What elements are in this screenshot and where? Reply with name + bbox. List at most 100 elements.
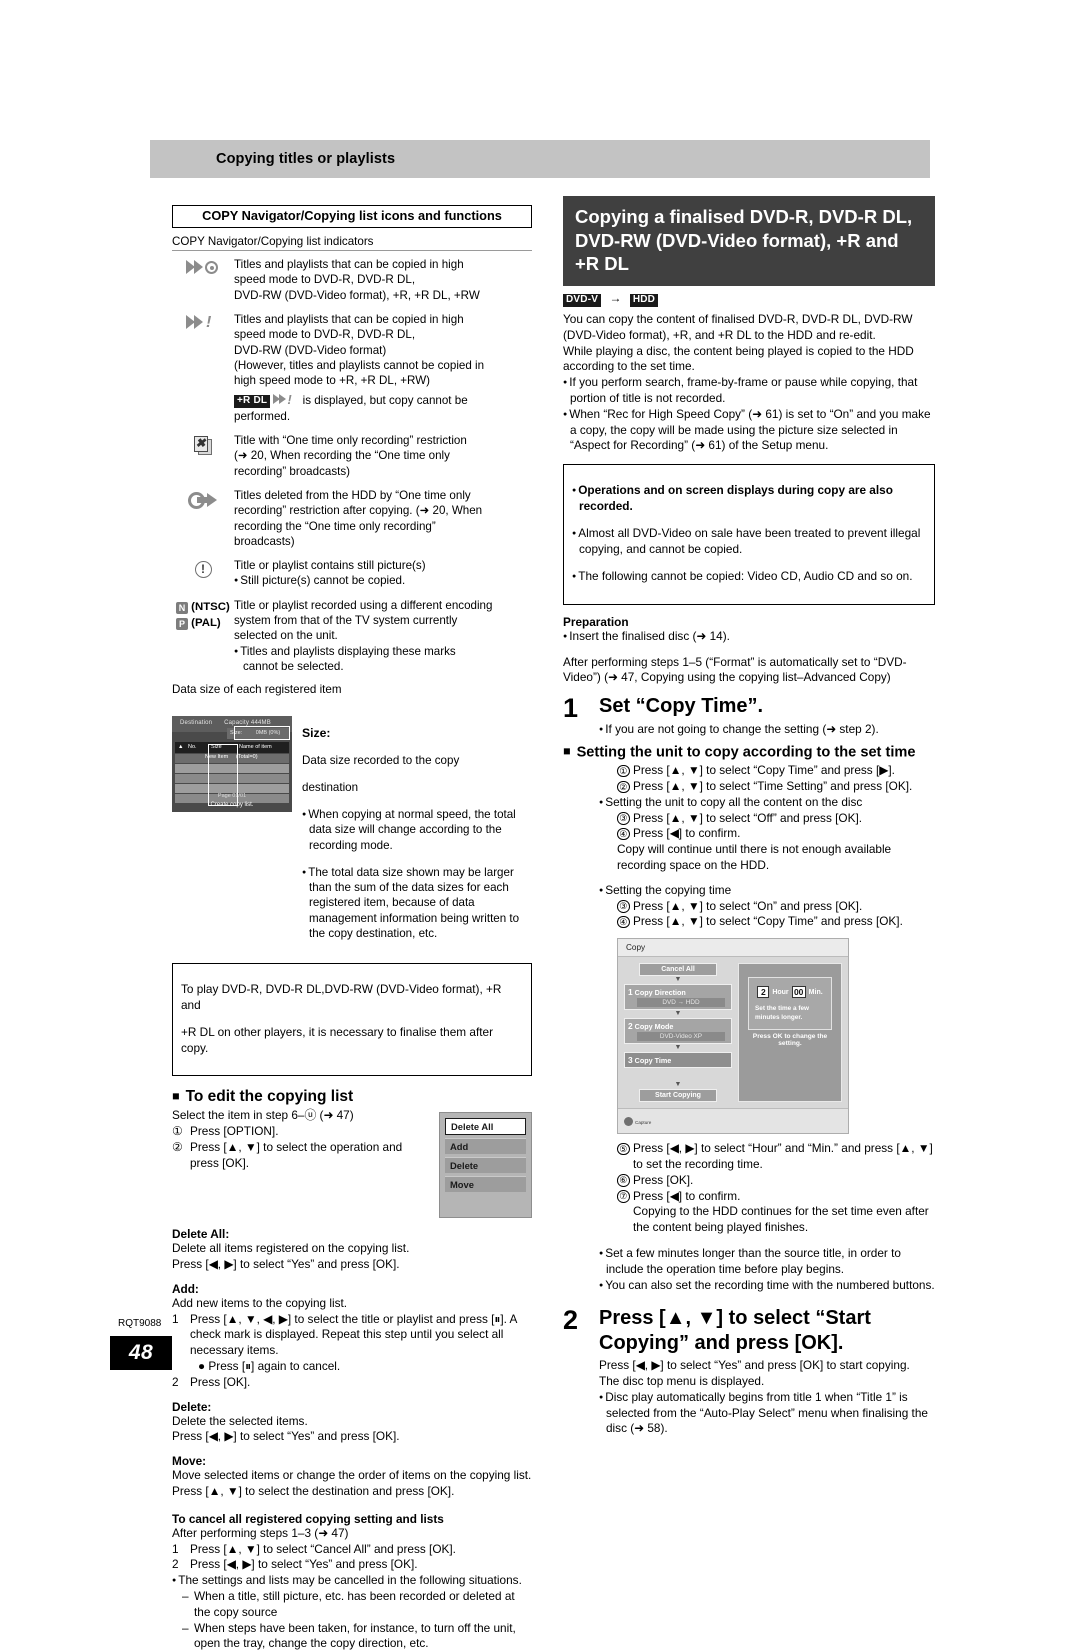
data-size-caption: Data size of each registered item bbox=[172, 683, 342, 697]
delete-all-line: Press [◀, ▶] to select “Yes” and press [… bbox=[172, 1256, 400, 1271]
chevron-down-icon: ▼ bbox=[674, 1081, 682, 1089]
circled-number-4: ④ bbox=[617, 827, 630, 841]
note-bullet-bold: Operations and on screen displays during… bbox=[572, 483, 926, 514]
circled-number-5: ⑤ bbox=[617, 1142, 630, 1156]
instruction-text: Press [▲, ▼] to select “Copy Time” and p… bbox=[633, 914, 903, 929]
icon-description: Titles and playlists that can be copied … bbox=[234, 312, 532, 424]
callout-total-size bbox=[234, 726, 290, 741]
icon-description: Title or playlist recorded using a diffe… bbox=[234, 598, 532, 674]
pal-mark-icon: P bbox=[176, 618, 188, 631]
copy-navigator-icons-heading: COPY Navigator/Copying list icons and fu… bbox=[172, 205, 532, 229]
icon-note-text-cont: performed. bbox=[234, 409, 291, 423]
item-label: Copy Direction bbox=[634, 988, 686, 998]
callout-size-column bbox=[208, 744, 238, 807]
copy-time-block[interactable]: 3 Copy Time bbox=[624, 1052, 732, 1069]
add-step-number: 1 bbox=[172, 1311, 179, 1326]
step-2-bullet: Disc play automatically begins from titl… bbox=[599, 1390, 935, 1437]
item-value: DVD-Video XP bbox=[637, 1032, 725, 1042]
move-heading: Move: bbox=[172, 1454, 207, 1469]
option-menu-item-delete-all[interactable]: Delete All bbox=[445, 1118, 526, 1136]
cancel-all-button[interactable]: Cancel All bbox=[639, 963, 717, 977]
final-bullet: You can also set the recording time with… bbox=[599, 1278, 935, 1294]
cancel-step-text: Press [◀, ▶] to select “Yes” and press [… bbox=[190, 1557, 418, 1572]
option-menu-graphic: Delete All Add Delete Move bbox=[439, 1112, 532, 1219]
delete-line: Press [◀, ▶] to select “Yes” and press [… bbox=[172, 1429, 400, 1444]
finalise-note-line1: To play DVD-R, DVD-R DL,DVD-RW (DVD-Vide… bbox=[181, 982, 502, 1012]
data-size-figure: Destination Capacity 444MB Size: 0MB (0%… bbox=[172, 700, 532, 953]
copy-direction-block[interactable]: 1 Copy Direction DVD → HDD bbox=[624, 984, 732, 1011]
media-badge-row: DVD-V → HDD bbox=[563, 291, 935, 308]
icon-description: Titles and playlists that can be copied … bbox=[234, 258, 480, 302]
start-copying-button[interactable]: Start Copying bbox=[639, 1089, 717, 1103]
item-number: 2 bbox=[628, 1021, 633, 1032]
running-head-title: Copying titles or playlists bbox=[216, 151, 396, 167]
finalise-note-line2: +R DL on other players, it is necessary … bbox=[181, 1025, 493, 1055]
running-head-bar: Copying titles or playlists bbox=[150, 140, 930, 178]
set-time-subheading: Setting the unit to copy according to th… bbox=[563, 744, 935, 761]
copy-mode-block[interactable]: 2 Copy Mode DVD-Video XP bbox=[624, 1018, 732, 1045]
cancel-bullet: The settings and lists may be cancelled … bbox=[172, 1573, 532, 1589]
data-size-explanation: Size: Data size recorded to the copy des… bbox=[302, 700, 532, 953]
minute-label: Min. bbox=[808, 988, 823, 996]
icon-entry: ! Title or playlist contains still pictu… bbox=[172, 558, 532, 589]
icon-description: Title or playlist contains still picture… bbox=[234, 558, 532, 589]
copy-screen-figure: Copy Cancel All ▼ 1 Copy Direction DVD → … bbox=[617, 938, 849, 1135]
option-menu-item-add[interactable]: Add bbox=[445, 1138, 526, 1155]
cancel-step-text: Press [▲, ▼] to select “Cancel All” and … bbox=[190, 1541, 456, 1556]
icon-entry: Titles deleted from the HDD by “One time… bbox=[172, 488, 532, 549]
manual-page: Copying titles or playlists COPY Navigat… bbox=[0, 0, 1080, 1650]
item-label: Copy Mode bbox=[634, 1022, 674, 1032]
move-line: Press [▲, ▼] to select the destination a… bbox=[172, 1483, 455, 1498]
arrow-icon: → bbox=[609, 291, 622, 306]
ntsc-mark-icon: N bbox=[176, 601, 188, 614]
time-hint-text: Set the time a few minutes longer. bbox=[755, 1005, 809, 1021]
step-1-number: 1 bbox=[563, 693, 579, 724]
intro-bullet: If you perform search, frame-by-frame or… bbox=[563, 375, 935, 407]
copy-time-bullet: Setting the copying time bbox=[599, 883, 935, 899]
left-column: COPY Navigator/Copying list icons and fu… bbox=[172, 205, 532, 1652]
step-1-instructions: ① Press [▲, ▼] to select “Copy Time” and… bbox=[563, 763, 935, 795]
copy-all-group: Setting the unit to copy all the content… bbox=[563, 795, 935, 874]
screen-col-no: No. bbox=[188, 744, 197, 751]
icon-entry: Titles and playlists that can be copied … bbox=[172, 257, 532, 303]
screen-header-destination: Destination bbox=[180, 720, 213, 727]
cancel-dash-item: When a title, still picture, etc. has be… bbox=[194, 1588, 515, 1619]
document-code: RQT9088 bbox=[118, 1318, 162, 1329]
step-2-title: Press [▲, ▼] to select “Start Copying” a… bbox=[599, 1307, 871, 1354]
copy-screen-left-pane: Cancel All ▼ 1 Copy Direction DVD → HDD ▼… bbox=[624, 963, 732, 1103]
pal-label: (PAL) bbox=[191, 617, 221, 630]
finalise-note-box: To play DVD-R, DVD-R DL,DVD-RW (DVD-Vide… bbox=[172, 963, 532, 1077]
hdd-badge: HDD bbox=[629, 294, 659, 308]
step-2: 2 Press [▲, ▼] to select “Start Copying”… bbox=[563, 1306, 935, 1355]
chevron-down-icon: ▼ bbox=[674, 1044, 682, 1052]
delete-all-line: Delete all items registered on the copyi… bbox=[172, 1241, 410, 1256]
copy-all-bullet: Setting the unit to copy all the content… bbox=[599, 795, 935, 811]
step-1: 1 Set “Copy Time”. bbox=[563, 694, 935, 722]
copy-screen-title: Copy bbox=[618, 939, 848, 958]
add-step-text: Press [OK]. bbox=[190, 1374, 251, 1389]
step-1-note: If you are not going to change the setti… bbox=[563, 722, 935, 738]
circled-number-7: ⑦ bbox=[617, 1190, 630, 1203]
copy-screen-right-pane: 2 Hour 00 Min. Set the time a few minute… bbox=[738, 963, 842, 1103]
add-step-text: Press [▲, ▼, ◀, ▶] to select the title o… bbox=[190, 1311, 517, 1358]
size-term: Size: bbox=[302, 725, 331, 740]
copy-screen-status-bar: Capture bbox=[618, 1108, 848, 1134]
step-1-title: Set “Copy Time”. bbox=[599, 695, 764, 718]
high-speed-copy-disc-icon bbox=[172, 257, 234, 303]
item-label: Copy Time bbox=[634, 1056, 672, 1066]
screen-row-total: (Total=0) bbox=[236, 754, 258, 761]
edit-step-number: ① bbox=[172, 1123, 183, 1138]
after-note: Copying to the HDD continues for the set… bbox=[633, 1204, 929, 1219]
hour-field[interactable]: 2 bbox=[757, 986, 770, 999]
preparation-heading: Preparation bbox=[563, 614, 629, 629]
instruction-text: Press [◀, ▶] to select “Hour” and “Min.”… bbox=[633, 1141, 933, 1172]
delete-heading: Delete: bbox=[172, 1399, 212, 1414]
option-menu-item-delete[interactable]: Delete bbox=[445, 1157, 526, 1174]
copy-time-group: Setting the copying time ③ Press [▲, ▼] … bbox=[563, 883, 935, 930]
option-menu-item-move[interactable]: Move bbox=[445, 1176, 526, 1193]
minute-field[interactable]: 00 bbox=[791, 986, 806, 999]
dvd-v-badge: DVD-V bbox=[563, 294, 602, 308]
instruction-text: Press [▲, ▼] to select “On” and press [O… bbox=[633, 898, 863, 913]
delete-line: Delete the selected items. bbox=[172, 1413, 308, 1428]
cancel-all-heading: To cancel all registered copying setting… bbox=[172, 1511, 444, 1526]
